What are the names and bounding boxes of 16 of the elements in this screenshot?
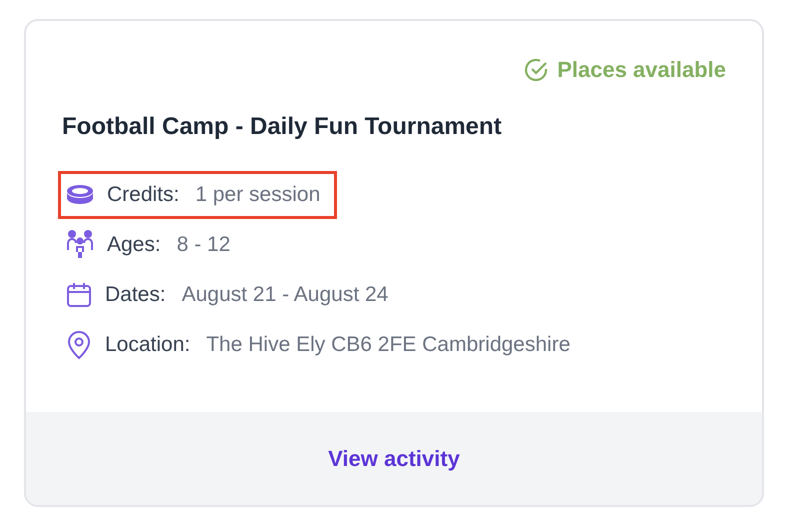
check-circle-icon (523, 57, 550, 83)
coin-stack-icon (65, 183, 95, 207)
detail-label: Dates: (105, 283, 166, 307)
activity-title: Football Camp - Daily Fun Tournament (62, 113, 503, 141)
detail-label: Credits: (107, 183, 180, 207)
detail-value: The Hive Ely CB6 2FE Cambridgeshire (206, 333, 570, 357)
map-pin-icon (65, 330, 93, 360)
detail-value: 1 per session (195, 183, 320, 207)
detail-value: August 21 - August 24 (182, 283, 388, 307)
detail-label: Ages: (107, 233, 161, 257)
view-activity-link[interactable]: View activity (328, 446, 460, 472)
detail-label: Location: (105, 333, 190, 357)
family-icon (65, 230, 95, 260)
detail-value: 8 - 12 (176, 233, 230, 257)
availability-status: Places available (523, 57, 726, 83)
calendar-icon (65, 281, 93, 309)
